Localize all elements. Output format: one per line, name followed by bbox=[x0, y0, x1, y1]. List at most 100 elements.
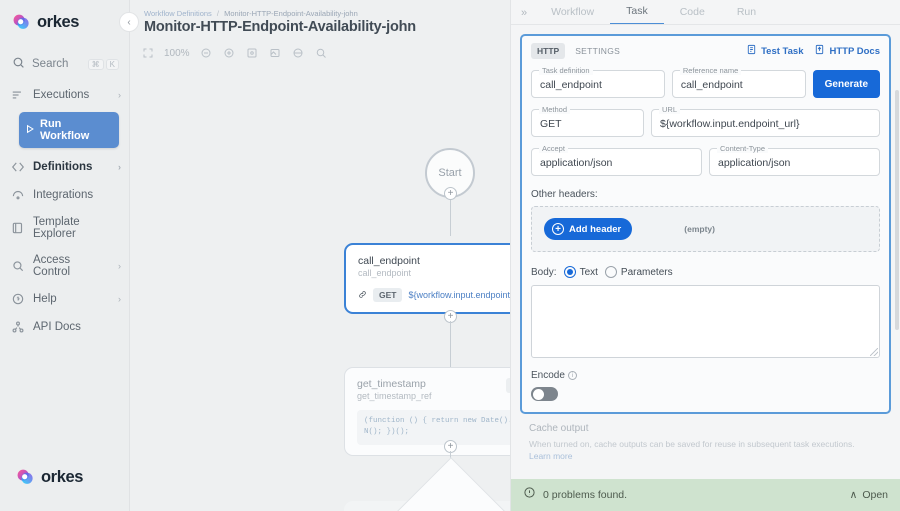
subtab-settings[interactable]: SETTINGS bbox=[575, 46, 620, 56]
edge-call-to-timestamp bbox=[450, 321, 451, 367]
info-icon[interactable]: i bbox=[568, 371, 577, 380]
add-header-button[interactable]: + Add header bbox=[544, 218, 632, 240]
encode-toggle[interactable] bbox=[531, 387, 558, 401]
brand-logo[interactable]: orkes bbox=[0, 0, 129, 45]
node-ref: call_endpoint bbox=[358, 268, 420, 278]
definition-row: Task definition call_endpoint Reference … bbox=[531, 70, 880, 98]
task-definition-field[interactable]: Task definition call_endpoint bbox=[531, 70, 665, 98]
chevron-up-icon: ∧ bbox=[850, 489, 858, 501]
search-input[interactable]: Search ⌘ K bbox=[10, 51, 121, 77]
sidebar-item-api-docs[interactable]: API Docs bbox=[0, 313, 129, 341]
screenshot-icon[interactable] bbox=[266, 44, 285, 63]
orkes-logo-icon bbox=[16, 468, 35, 487]
sidebar-item-help[interactable]: Help › bbox=[0, 285, 129, 313]
status-open-button[interactable]: ∧ Open bbox=[850, 489, 888, 501]
add-node-button[interactable]: + bbox=[444, 187, 457, 200]
link-icon bbox=[358, 290, 367, 301]
method-field[interactable]: Method GET bbox=[531, 109, 644, 137]
card-actions: Test Task HTTP Docs bbox=[746, 44, 880, 58]
edge-start-to-call bbox=[450, 198, 451, 236]
problems-message: 0 problems found. bbox=[543, 489, 627, 501]
accept-field[interactable]: Accept application/json bbox=[531, 148, 702, 176]
reference-name-value: call_endpoint bbox=[681, 79, 797, 91]
sidebar-item-access-control[interactable]: Access Control › bbox=[0, 247, 129, 285]
other-headers-box: + Add header (empty) bbox=[531, 206, 880, 252]
reference-name-label: Reference name bbox=[680, 66, 741, 75]
url-field[interactable]: URL ${workflow.input.endpoint_url} bbox=[651, 109, 880, 137]
method-value: GET bbox=[540, 118, 635, 130]
body-label: Body: bbox=[531, 267, 557, 278]
body-textarea[interactable] bbox=[531, 285, 880, 358]
page-title: Monitor-HTTP-Endpoint-Availability-john bbox=[144, 19, 416, 35]
http-docs-button[interactable]: HTTP Docs bbox=[814, 44, 880, 58]
add-header-label: Add header bbox=[569, 224, 621, 235]
fit-screen-icon[interactable] bbox=[138, 44, 157, 63]
subtab-http[interactable]: HTTP bbox=[531, 43, 565, 59]
integrations-icon bbox=[11, 188, 25, 202]
panel-expand-icon[interactable]: » bbox=[519, 7, 535, 19]
breadcrumb: Workflow Definitions / Monitor-HTTP-Endp… bbox=[144, 4, 416, 18]
radio-text-icon bbox=[564, 266, 576, 278]
tab-task[interactable]: Task bbox=[610, 1, 664, 25]
body-option-parameters[interactable]: Parameters bbox=[605, 266, 673, 278]
tabs-divider bbox=[511, 24, 900, 25]
sidebar-item-label: Access Control bbox=[33, 254, 110, 278]
body-options-row: Body: Text Parameters bbox=[531, 266, 880, 278]
tab-workflow[interactable]: Workflow bbox=[535, 2, 610, 24]
sidebar-collapse-button[interactable]: ‹ bbox=[119, 12, 139, 32]
task-definition-value: call_endpoint bbox=[540, 79, 656, 91]
run-workflow-button[interactable]: Run Workflow bbox=[19, 112, 119, 148]
status-bar: 0 problems found. ∧ Open bbox=[511, 479, 900, 511]
learn-more-link[interactable]: Learn more bbox=[529, 451, 882, 461]
sidebar-item-label: API Docs bbox=[33, 321, 81, 333]
cache-output-title: Cache output bbox=[529, 423, 882, 434]
start-node-label: Start bbox=[438, 167, 461, 179]
sidebar-item-integrations[interactable]: Integrations bbox=[0, 181, 129, 209]
tab-code[interactable]: Code bbox=[664, 2, 721, 24]
executions-icon bbox=[11, 88, 25, 102]
reference-name-field[interactable]: Reference name call_endpoint bbox=[672, 70, 806, 98]
sidebar-item-label: Executions bbox=[33, 89, 89, 101]
footer-brand-name: orkes bbox=[41, 468, 83, 487]
content-type-field[interactable]: Content-Type application/json bbox=[709, 148, 880, 176]
method-label: Method bbox=[539, 105, 570, 114]
generate-button[interactable]: Generate bbox=[813, 70, 880, 98]
sidebar-item-definitions[interactable]: Definitions › bbox=[0, 153, 129, 181]
sidebar: orkes ‹ Search ⌘ K Executions › bbox=[0, 0, 130, 511]
other-headers-label: Other headers: bbox=[531, 189, 880, 200]
zoom-out-icon[interactable] bbox=[197, 44, 216, 63]
content-type-value: application/json bbox=[718, 157, 871, 169]
method-url-row: Method GET URL ${workflow.input.endpoint… bbox=[531, 109, 880, 137]
body-option-text[interactable]: Text bbox=[564, 266, 598, 278]
node-ref: get_timestamp_ref bbox=[357, 391, 432, 401]
layout-icon[interactable] bbox=[289, 44, 308, 63]
panel-scrollbar[interactable] bbox=[895, 90, 899, 330]
test-task-button[interactable]: Test Task bbox=[746, 44, 803, 58]
access-control-icon bbox=[11, 259, 25, 273]
tab-run[interactable]: Run bbox=[721, 2, 772, 24]
breadcrumb-root[interactable]: Workflow Definitions bbox=[144, 9, 212, 18]
orkes-logo-icon bbox=[12, 13, 31, 32]
docs-icon bbox=[814, 44, 825, 58]
zoom-level-label: 100% bbox=[161, 48, 193, 59]
run-workflow-label: Run Workflow bbox=[40, 118, 113, 142]
center-icon[interactable] bbox=[243, 44, 262, 63]
zoom-in-icon[interactable] bbox=[220, 44, 239, 63]
http-docs-label: HTTP Docs bbox=[829, 46, 880, 57]
problems-icon bbox=[523, 486, 536, 504]
chevron-right-icon: › bbox=[118, 90, 121, 100]
sidebar-item-executions[interactable]: Executions › bbox=[0, 81, 129, 109]
canvas-search-icon[interactable] bbox=[312, 44, 331, 63]
app-root: orkes ‹ Search ⌘ K Executions › bbox=[0, 0, 900, 511]
node-name: call_endpoint bbox=[358, 255, 420, 267]
sidebar-item-template-explorer[interactable]: Template Explorer bbox=[0, 209, 129, 247]
url-label: URL bbox=[659, 105, 680, 114]
code-brackets-icon bbox=[11, 160, 25, 174]
radio-parameters-icon bbox=[605, 266, 617, 278]
search-shortcut: ⌘ K bbox=[88, 59, 119, 70]
http-task-card: HTTP SETTINGS Test Task HTTP Docs bbox=[520, 34, 891, 414]
sidebar-item-label: Definitions bbox=[33, 161, 92, 173]
task-definition-label: Task definition bbox=[539, 66, 593, 75]
sidebar-item-label: Integrations bbox=[33, 189, 93, 201]
node-name: get_timestamp bbox=[357, 378, 432, 390]
